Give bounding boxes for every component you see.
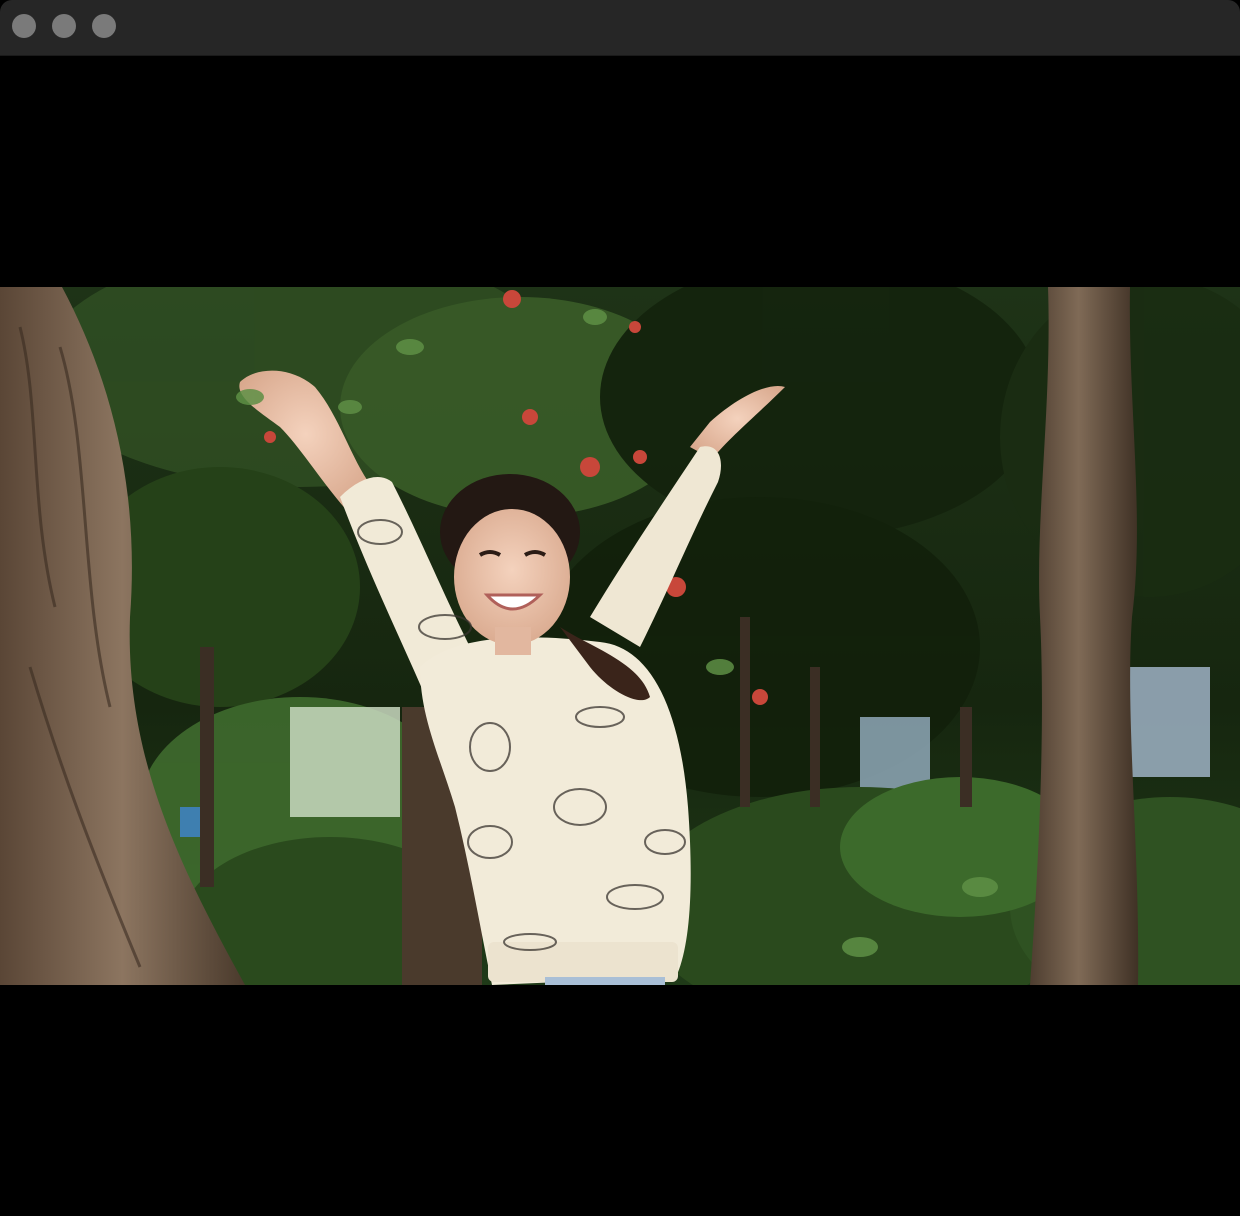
media-viewer-window	[0, 0, 1240, 1216]
minimize-button[interactable]	[52, 14, 76, 38]
photo-image	[0, 287, 1240, 985]
close-button[interactable]	[12, 14, 36, 38]
media-viewport	[0, 56, 1240, 1216]
zoom-button[interactable]	[92, 14, 116, 38]
photo-frame	[0, 287, 1240, 985]
title-bar[interactable]	[0, 0, 1240, 56]
